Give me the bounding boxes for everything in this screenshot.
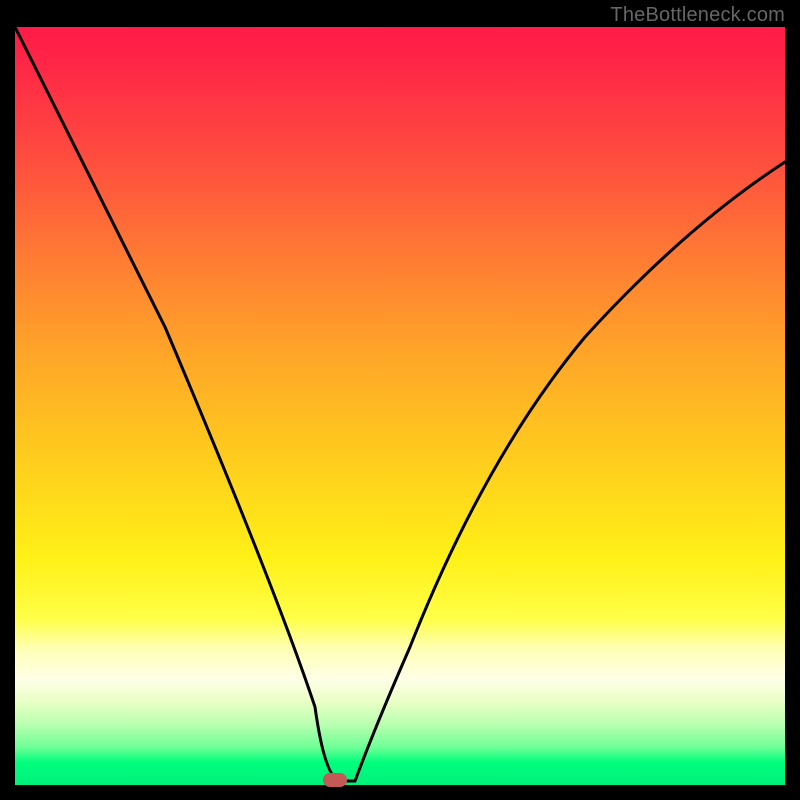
bottleneck-curve-path <box>15 27 785 781</box>
plot-area <box>15 27 785 785</box>
watermark-text: TheBottleneck.com <box>610 4 785 27</box>
plot-frame <box>15 27 785 785</box>
optimum-marker <box>323 773 347 787</box>
curve-svg <box>15 27 785 785</box>
chart-container: TheBottleneck.com <box>0 0 800 800</box>
